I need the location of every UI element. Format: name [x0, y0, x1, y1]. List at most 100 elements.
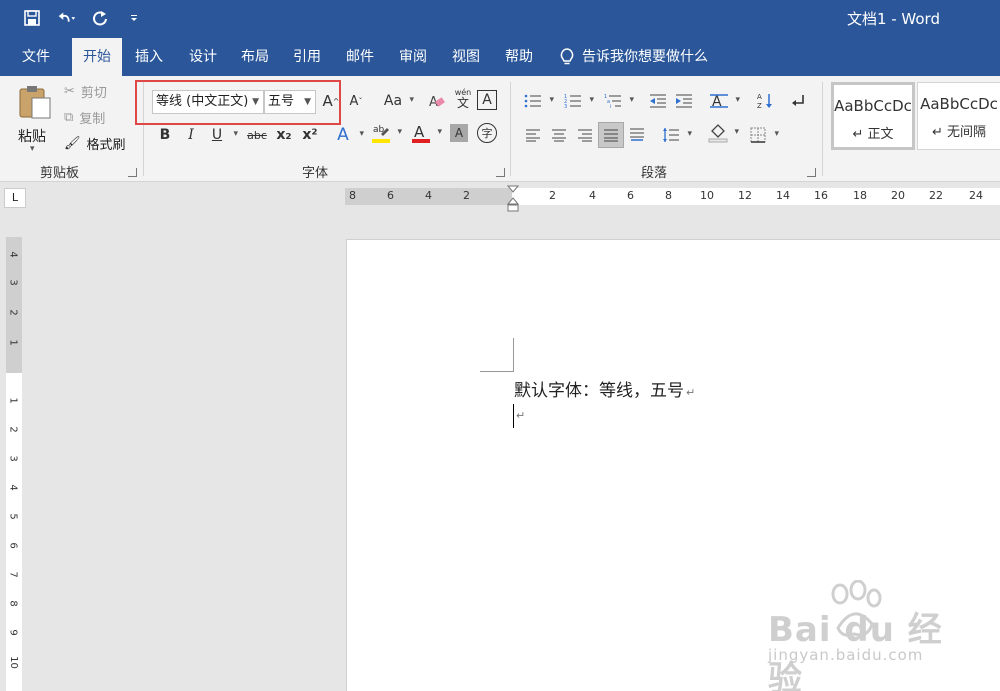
clipboard-launcher-icon[interactable] [128, 168, 137, 177]
ruler-number: 1 [7, 397, 19, 404]
character-shading-icon: A [454, 126, 464, 140]
numbered-list-icon: 123 [564, 94, 581, 109]
ruler-number: 4 [589, 189, 596, 202]
text-cursor [513, 404, 514, 428]
bullet-list-icon [524, 94, 541, 108]
tab-stop-selector[interactable]: L [4, 188, 26, 208]
copy-icon: ⧉ [64, 110, 74, 125]
chinese-layout-button[interactable]: A [708, 90, 740, 112]
styles-gallery: AaBbCcDc ↵ 正文 AaBbCcDc ↵ 无间隔 [831, 82, 1000, 154]
decrease-indent-icon [650, 94, 666, 108]
tab-insert[interactable]: 插入 [126, 38, 172, 76]
empty-paragraph[interactable]: ↵ [513, 404, 525, 428]
watermark-url: jingyan.baidu.com [768, 646, 924, 664]
tab-view[interactable]: 视图 [443, 38, 489, 76]
ruler-number: 3 [7, 455, 19, 462]
tab-home[interactable]: 开始 [72, 38, 122, 76]
paintbrush-icon: 🖌 [64, 136, 81, 151]
borders-button[interactable] [747, 124, 779, 146]
distributed-button[interactable] [626, 124, 648, 146]
align-center-button[interactable] [548, 124, 570, 146]
text-effects-button[interactable]: A [332, 124, 364, 146]
paste-dropdown-icon[interactable]: ▾ [30, 144, 35, 154]
align-left-icon [526, 129, 540, 142]
clear-formatting-button[interactable]: A [426, 90, 448, 112]
undo-icon[interactable] [56, 8, 76, 28]
character-border-icon: A [482, 92, 492, 108]
tab-review[interactable]: 审阅 [390, 38, 436, 76]
multilevel-list-button[interactable]: 1ai [602, 90, 634, 112]
document-text: 默认字体：等线，五号 [514, 381, 684, 401]
copy-button[interactable]: ⧉ 复制 [64, 108, 105, 127]
ruler-number: 10 [700, 189, 714, 202]
indent-marker-icon[interactable] [507, 185, 519, 213]
enclose-characters-icon: 字 [481, 127, 493, 140]
window-title: 文档1 - Word [846, 10, 940, 28]
ruler-number: 7 [7, 571, 19, 578]
decrease-indent-button[interactable] [647, 90, 669, 112]
highlight-button[interactable]: ab [370, 122, 402, 144]
ruler-number: 2 [463, 189, 470, 202]
shading-button[interactable] [707, 122, 739, 144]
subscript-button[interactable]: x₂ [273, 124, 295, 146]
horizontal-ruler[interactable]: 8 6 4 2 2 4 6 8 10 12 14 16 18 20 22 24 [345, 188, 1000, 205]
increase-indent-button[interactable] [673, 90, 695, 112]
ruler-number: 12 [738, 189, 752, 202]
redo-icon[interactable] [90, 8, 110, 28]
format-painter-button[interactable]: 🖌 格式刷 [64, 134, 126, 153]
paragraph-launcher-icon[interactable] [807, 168, 816, 177]
style-sample: AaBbCcDc [834, 97, 912, 115]
vertical-ruler[interactable]: 4 3 2 1 1 2 3 4 5 6 7 8 9 10 [6, 237, 22, 691]
ruler-number: 5 [7, 513, 19, 520]
align-right-button[interactable] [574, 124, 596, 146]
style-no-spacing[interactable]: AaBbCcDc ↵ 无间隔 [917, 82, 1000, 150]
shrink-font-icon: A [349, 93, 359, 109]
style-sample: AaBbCcDc [920, 95, 998, 113]
underline-button[interactable]: U [206, 124, 238, 146]
tab-references[interactable]: 引用 [284, 38, 330, 76]
ruler-number: 8 [665, 189, 672, 202]
clipboard-group-label: 剪贴板 [40, 166, 80, 181]
italic-icon: I [188, 127, 194, 143]
character-border-button[interactable]: A [477, 90, 497, 110]
sort-button[interactable]: AZ [755, 90, 777, 112]
paste-icon [19, 86, 51, 119]
save-icon[interactable] [22, 8, 42, 28]
cut-label: 剪切 [80, 86, 107, 101]
numbering-button[interactable]: 123 [562, 90, 594, 112]
phonetic-guide-button[interactable]: wén 文 [452, 88, 474, 110]
font-color-button[interactable]: A [410, 122, 442, 144]
change-case-button[interactable]: Aa [382, 90, 414, 112]
cut-button[interactable]: ✂ 剪切 [64, 82, 107, 101]
eraser-icon: A [429, 95, 445, 110]
paste-button[interactable]: 粘贴 ▾ [14, 82, 56, 156]
bold-button[interactable]: B [154, 124, 176, 146]
document-text-line[interactable]: 默认字体：等线，五号 ↵ [514, 376, 695, 401]
style-normal[interactable]: AaBbCcDc ↵ 正文 [831, 82, 915, 150]
tab-help[interactable]: 帮助 [496, 38, 542, 76]
ruler-number: 10 [7, 656, 19, 669]
tab-file[interactable]: 文件 [10, 38, 62, 76]
enclose-characters-button[interactable]: 字 [477, 123, 497, 143]
show-marks-button[interactable] [787, 90, 809, 112]
paragraph-mark-icon [792, 95, 804, 106]
tell-me-box[interactable]: 告诉我你想要做什么 [560, 38, 708, 76]
tab-design[interactable]: 设计 [180, 38, 226, 76]
strikethrough-button[interactable]: abc [246, 124, 268, 146]
tab-layout[interactable]: 布局 [232, 38, 278, 76]
customize-qat-icon[interactable] [124, 8, 144, 28]
justify-button[interactable] [598, 122, 624, 148]
tab-mailings[interactable]: 邮件 [337, 38, 383, 76]
character-shading-button[interactable]: A [450, 124, 468, 142]
svg-text:Z: Z [757, 102, 762, 110]
align-left-button[interactable] [522, 124, 544, 146]
shrink-font-button[interactable]: Aˇ [345, 90, 367, 112]
line-spacing-button[interactable] [660, 124, 692, 146]
bullets-button[interactable] [522, 90, 554, 112]
italic-button[interactable]: I [180, 124, 202, 146]
superscript-button[interactable]: x² [299, 124, 321, 146]
font-launcher-icon[interactable] [496, 168, 505, 177]
quick-access-toolbar [22, 8, 144, 28]
tell-me-label: 告诉我你想要做什么 [582, 49, 708, 65]
format-painter-label: 格式刷 [86, 138, 126, 153]
